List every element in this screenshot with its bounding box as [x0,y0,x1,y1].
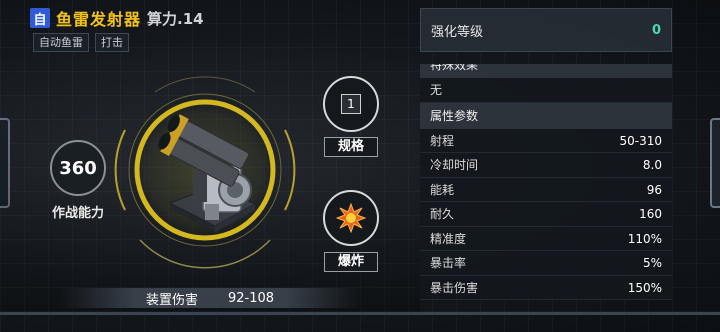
auto-badge: 自 [30,8,50,28]
strength-level-label: 强化等级 [431,24,484,40]
attr-value: 96 [646,182,662,197]
attr-label: 射程 [430,133,455,148]
attr-row-range: 射程 50-310 [420,128,672,153]
weapon-detail-screen: 自 鱼雷发射器 算力.14 自动鱼雷 打击 360 作战能力 1 规格 爆炸 装… [0,0,720,332]
power-group: 算力.14 [147,8,204,29]
attr-value: 8.0 [642,158,662,172]
attr-value: 150% [627,280,662,295]
attr-label: 能耗 [430,182,455,197]
combat-power-value: 360 [59,157,97,179]
attr-label: 精准度 [430,231,467,246]
attribute-panel: 强化等级 0 特殊效果 无 属性参数 射程 50-310 冷却时间 8.0 能耗… [420,8,672,310]
attr-label: 暴击伤害 [430,280,479,295]
attr-value: 160 [639,207,662,221]
power-value: .14 [177,9,204,28]
attr-row-cooldown: 冷却时间 8.0 [420,153,672,178]
attr-row-crit-rate: 暴击率 5% [420,251,672,276]
blast-circle[interactable] [323,190,379,246]
attr-value: 110% [627,231,662,246]
weapon-header: 自 鱼雷发射器 算力.14 [30,6,204,30]
attr-value: 5% [642,256,662,270]
spec-label: 规格 [324,137,378,157]
torpedo-launcher-icon [158,114,257,232]
spec-circle[interactable]: 1 [323,76,379,132]
attr-row-accuracy: 精准度 110% [420,226,672,251]
combat-power-label: 作战能力 [51,206,104,221]
explosion-icon [336,203,366,233]
spec-value: 1 [341,94,361,114]
strength-level-row: 强化等级 0 [420,8,672,52]
special-effect-value: 无 [430,83,443,97]
device-damage-value: 92-108 [227,290,275,306]
tag-list: 自动鱼雷 打击 [33,33,129,52]
special-effect-row: 无 [420,78,672,103]
strength-level-value: 0 [651,22,661,38]
combat-power-circle: 360 [50,140,106,196]
right-edge-handle [710,118,720,208]
tag-strike: 打击 [95,33,129,52]
weapon-title: 鱼雷发射器 [56,10,142,29]
attr-row-durability: 耐久 160 [420,202,672,227]
attr-label: 耐久 [430,207,455,221]
device-damage-label: 装置伤害 [145,292,198,308]
power-label: 算力 [147,9,178,28]
blast-label: 爆炸 [324,252,378,272]
bottom-divider [0,312,720,315]
attr-label: 暴击率 [430,256,467,270]
device-damage-bar: 装置伤害 92-108 [60,288,360,308]
attr-value: 50-310 [619,133,662,148]
attribute-scroll-list[interactable]: 特殊效果 无 属性参数 射程 50-310 冷却时间 8.0 能耗 96 耐久 … [420,64,672,310]
special-effect-header: 特殊效果 [420,64,672,78]
tag-auto-torpedo: 自动鱼雷 [33,33,89,52]
attr-row-energy: 能耗 96 [420,177,672,202]
attr-label: 冷却时间 [430,158,479,172]
attr-row-crit-damage: 暴击伤害 150% [420,275,672,300]
attribute-header: 属性参数 [420,102,672,129]
